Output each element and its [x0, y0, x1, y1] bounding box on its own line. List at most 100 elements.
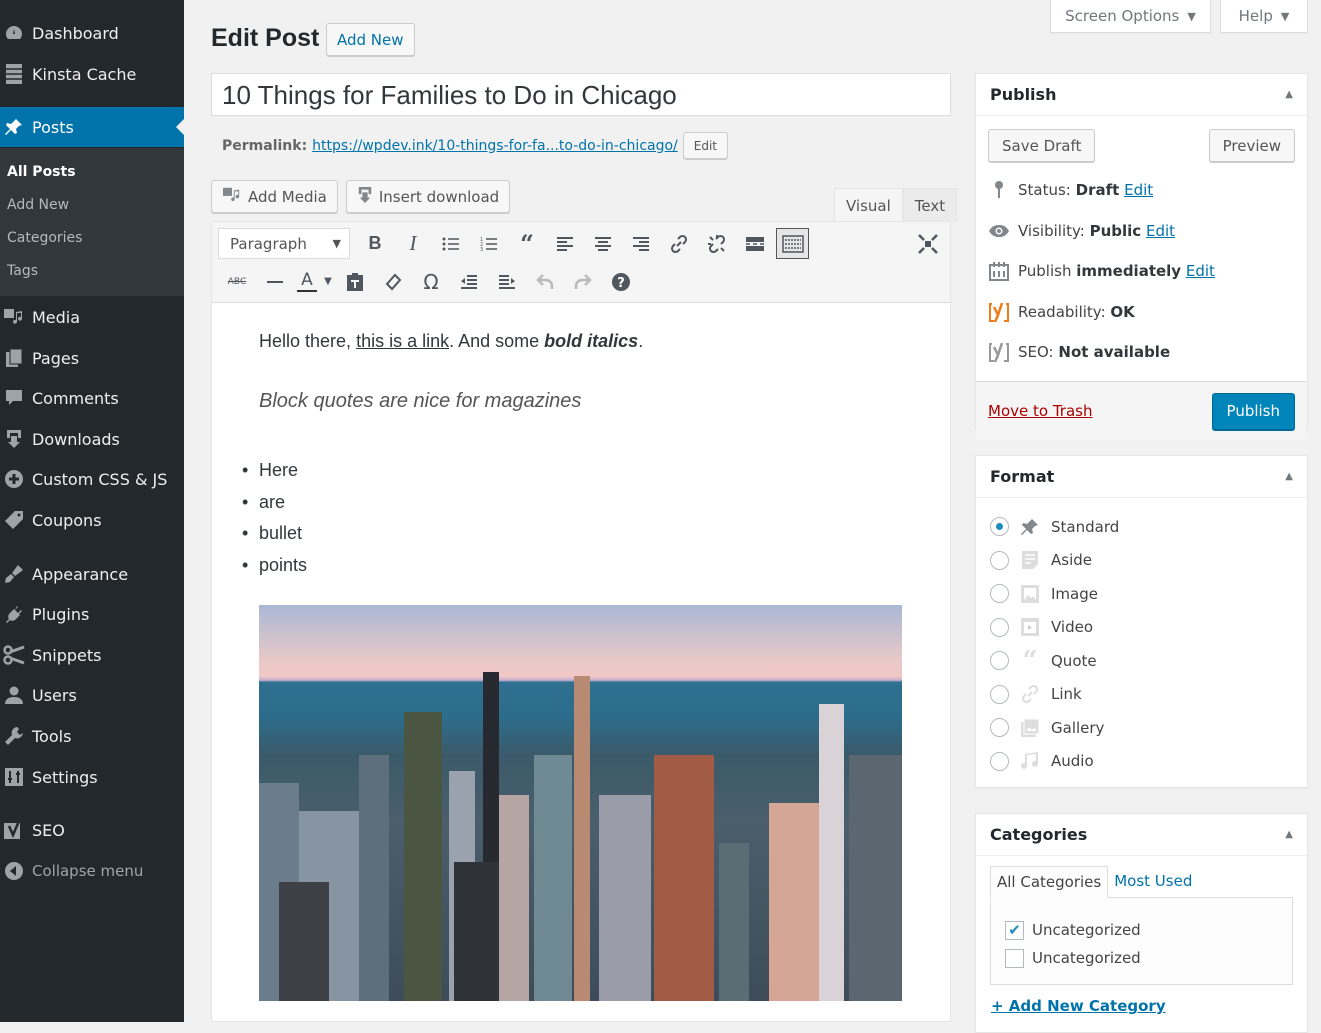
scissors-icon [0, 645, 32, 665]
tab-visual[interactable]: Visual [834, 188, 903, 222]
submenu-add-new[interactable]: Add New [7, 197, 69, 213]
eraser-icon[interactable] [374, 266, 412, 297]
submenu-categories[interactable]: Categories [7, 230, 82, 246]
move-to-trash-link[interactable]: Move to Trash [988, 402, 1092, 420]
category-item[interactable]: ✔ Uncategorized [1005, 916, 1278, 944]
tab-all-categories[interactable]: All Categories [990, 866, 1109, 898]
format-select[interactable]: Paragraph ▼ [218, 228, 350, 259]
sidebar-item-downloads[interactable]: Downloads [0, 419, 184, 459]
format-option-quote[interactable]: “Quote [990, 644, 1293, 678]
format-box-title: Format [990, 467, 1055, 486]
radio[interactable] [990, 584, 1009, 604]
submenu-all-posts[interactable]: All Posts [7, 164, 76, 180]
radio[interactable] [990, 617, 1009, 637]
indent-icon[interactable] [488, 266, 526, 297]
read-more-icon[interactable] [736, 228, 774, 259]
tab-most-used[interactable]: Most Used [1108, 866, 1198, 897]
radio[interactable] [990, 550, 1009, 570]
radio-selected[interactable] [990, 517, 1009, 537]
checkbox[interactable] [1005, 948, 1024, 968]
help-icon[interactable]: ? [602, 266, 640, 297]
undo-icon[interactable] [526, 266, 564, 297]
sidebar-item-tools[interactable]: Tools [0, 716, 184, 756]
bold-icon[interactable]: B [356, 228, 394, 259]
preview-button[interactable]: Preview [1208, 129, 1295, 162]
align-left-icon[interactable] [546, 228, 584, 259]
plug-icon [0, 604, 32, 624]
fullscreen-icon[interactable] [914, 230, 942, 258]
sidebar-item-coupons[interactable]: Coupons [0, 500, 184, 540]
collapse-toggle-icon[interactable]: ▲ [1285, 471, 1293, 482]
radio[interactable] [990, 651, 1009, 671]
sidebar-item-pages[interactable]: Pages [0, 338, 184, 378]
sidebar-item-settings[interactable]: Settings [0, 757, 184, 797]
readability-row: Readability: OK [988, 292, 1295, 333]
add-new-button[interactable]: Add New [326, 23, 415, 56]
format-option-video[interactable]: Video [990, 611, 1293, 645]
align-center-icon[interactable] [584, 228, 622, 259]
save-draft-button[interactable]: Save Draft [988, 129, 1096, 162]
sidebar-item-seo[interactable]: SEO [0, 810, 184, 850]
help-button[interactable]: Help ▼ [1220, 0, 1308, 33]
text-color-dropdown-icon[interactable]: ▼ [320, 266, 336, 297]
editor-content[interactable]: Hello there, this is a link. And some bo… [212, 303, 950, 1001]
format-option-link[interactable]: Link [990, 678, 1293, 712]
sidebar-item-users[interactable]: Users [0, 675, 184, 715]
align-right-icon[interactable] [622, 228, 660, 259]
sidebar-item-custom-css-js[interactable]: Custom CSS & JS [0, 459, 184, 499]
tab-text[interactable]: Text [902, 188, 958, 222]
numbered-list-icon[interactable]: 123 [470, 228, 508, 259]
special-character-icon[interactable]: Ω [412, 266, 450, 297]
italic-icon[interactable]: I [394, 228, 432, 259]
edit-status-link[interactable]: Edit [1124, 181, 1153, 199]
radio[interactable] [990, 751, 1009, 771]
add-media-button[interactable]: Add Media [211, 180, 338, 213]
chicago-skyline-image[interactable] [259, 605, 902, 1001]
add-new-category-link[interactable]: + Add New Category [976, 985, 1307, 1027]
radio[interactable] [990, 684, 1009, 704]
paste-text-icon[interactable] [336, 266, 374, 297]
blockquote-icon[interactable]: “ [508, 228, 546, 259]
link-icon[interactable] [660, 228, 698, 259]
format-option-standard[interactable]: Standard [990, 510, 1293, 544]
format-option-image[interactable]: Image [990, 577, 1293, 611]
insert-download-button[interactable]: Insert download [345, 180, 511, 213]
format-option-aside[interactable]: Aside [990, 544, 1293, 578]
redo-icon[interactable] [564, 266, 602, 297]
radio[interactable] [990, 718, 1009, 738]
pages-icon [0, 348, 32, 368]
sidebar-item-dashboard[interactable]: Dashboard [0, 13, 184, 53]
sidebar-item-appearance[interactable]: Appearance [0, 554, 184, 594]
screen-options-button[interactable]: Screen Options ▼ [1050, 0, 1211, 33]
post-editor: Paragraph ▼ B I 123 “ ABC A ▼ Ω ? Hello … [211, 221, 951, 1022]
content-link[interactable]: this is a link [356, 331, 449, 351]
permalink-link[interactable]: https://wpdev.ink/10-things-for-fa...to-… [312, 138, 678, 154]
sidebar-item-comments[interactable]: Comments [0, 378, 184, 418]
collapse-toggle-icon[interactable]: ▲ [1285, 829, 1293, 840]
sidebar-item-media[interactable]: Media [0, 297, 184, 337]
unlink-icon[interactable] [698, 228, 736, 259]
bullet-list-icon[interactable] [432, 228, 470, 259]
outdent-icon[interactable] [450, 266, 488, 297]
post-title-input[interactable]: 10 Things for Families to Do in Chicago [211, 73, 951, 116]
publish-button[interactable]: Publish [1211, 392, 1295, 430]
sidebar-item-snippets[interactable]: Snippets [0, 635, 184, 675]
edit-visibility-link[interactable]: Edit [1146, 222, 1175, 240]
collapse-toggle-icon[interactable]: ▲ [1285, 89, 1293, 100]
text-color-icon[interactable]: A [294, 266, 320, 297]
admin-sidebar: Dashboard Kinsta Cache Posts All Posts A… [0, 0, 184, 1022]
submenu-tags[interactable]: Tags [7, 263, 38, 279]
sidebar-item-plugins[interactable]: Plugins [0, 594, 184, 634]
collapse-menu-button[interactable]: Collapse menu [0, 851, 184, 891]
category-item[interactable]: Uncategorized [1005, 944, 1278, 972]
toolbar-toggle-icon[interactable] [776, 228, 809, 259]
permalink-edit-button[interactable]: Edit [682, 132, 729, 159]
edit-schedule-link[interactable]: Edit [1186, 262, 1215, 280]
strikethrough-icon[interactable]: ABC [218, 266, 256, 297]
sidebar-item-kinsta-cache[interactable]: Kinsta Cache [0, 54, 184, 94]
horizontal-line-icon[interactable] [256, 266, 294, 297]
sidebar-item-posts[interactable]: Posts [0, 107, 184, 147]
format-option-audio[interactable]: Audio [990, 745, 1293, 779]
checkbox-checked[interactable]: ✔ [1005, 920, 1024, 940]
format-option-gallery[interactable]: Gallery [990, 711, 1293, 745]
